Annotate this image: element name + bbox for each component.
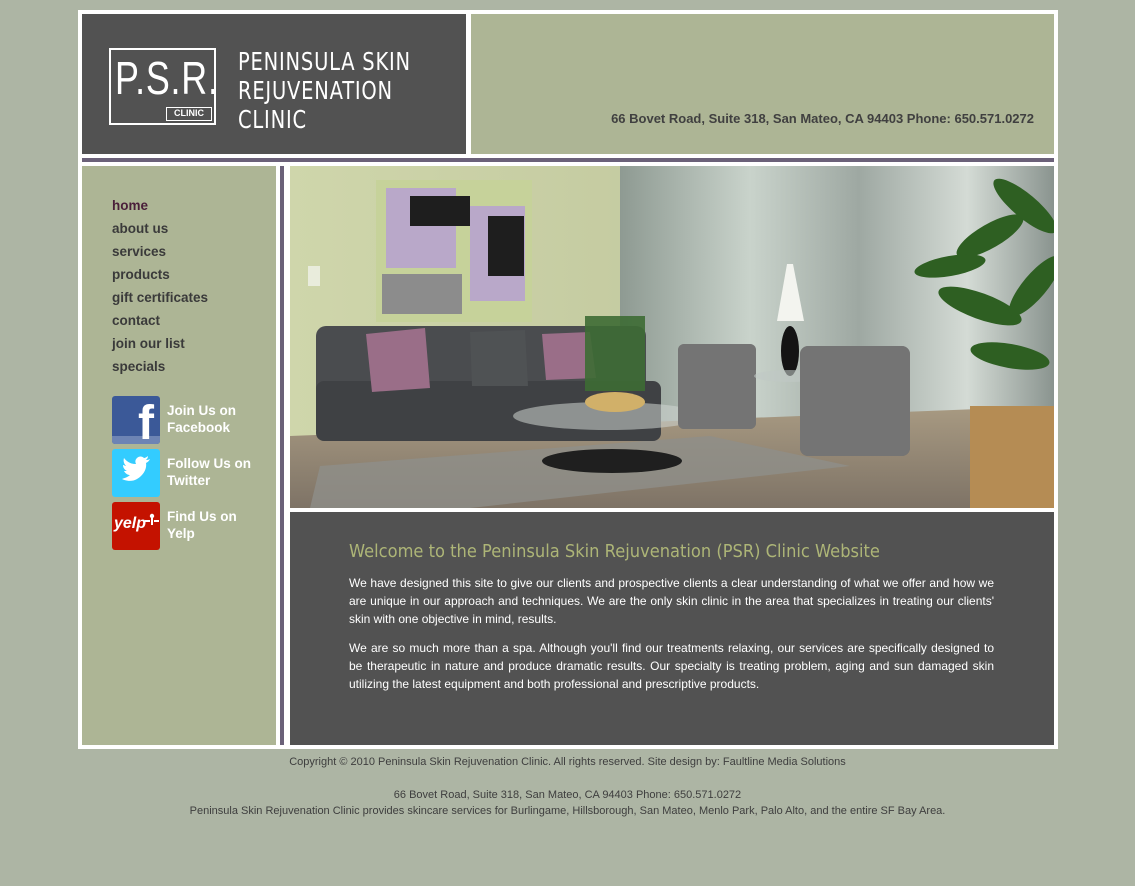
- logo-name-line: Clinic: [238, 105, 307, 134]
- yelp-link[interactable]: yelp Find Us on Yelp: [112, 502, 272, 550]
- main-nav: home about us services products gift cer…: [112, 196, 208, 380]
- nav-item-gift-certificates[interactable]: gift certificates: [112, 288, 208, 311]
- nav-item-about-us[interactable]: about us: [112, 219, 208, 242]
- sidebar: home about us services products gift cer…: [82, 166, 276, 745]
- yelp-label-line1: Find Us on: [167, 509, 237, 524]
- yelp-label: Find Us on Yelp: [167, 508, 267, 542]
- page-frame: P.S.R. CLINIC Peninsula Skin Rejuvenatio…: [78, 10, 1058, 749]
- header-address: 66 Bovet Road, Suite 318, San Mateo, CA …: [611, 111, 1034, 126]
- footer-address: 66 Bovet Road, Suite 318, San Mateo, CA …: [393, 789, 742, 801]
- hero-photo-lounge: [290, 166, 1054, 508]
- nav-item-specials[interactable]: specials: [112, 357, 208, 380]
- twitter-label-line1: Follow Us on: [167, 456, 251, 471]
- twitter-bird-icon: [112, 449, 160, 497]
- facebook-label-line2: Facebook: [167, 420, 231, 435]
- twitter-label: Follow Us on Twitter: [167, 455, 267, 489]
- nav-item-services[interactable]: services: [112, 242, 208, 265]
- logo-letters: P.S.R.: [115, 52, 219, 104]
- facebook-icon: f: [112, 396, 160, 444]
- nav-item-join-our-list[interactable]: join our list: [112, 334, 208, 357]
- nav-item-contact[interactable]: contact: [112, 311, 208, 334]
- header-divider: [82, 158, 1054, 162]
- facebook-label: Join Us on Facebook: [167, 402, 267, 436]
- facebook-link[interactable]: f Join Us on Facebook: [112, 396, 272, 444]
- intro-paragraph-1: We have designed this site to give our c…: [349, 576, 994, 626]
- welcome-title: Welcome to the Peninsula Skin Rejuvenati…: [349, 542, 880, 562]
- psr-monogram: P.S.R. CLINIC: [109, 48, 219, 125]
- header-banner: 66 Bovet Road, Suite 318, San Mateo, CA …: [471, 14, 1054, 154]
- logo-clinic-text: CLINIC: [174, 108, 204, 118]
- sidebar-divider: [280, 166, 284, 745]
- site-logo[interactable]: P.S.R. CLINIC Peninsula Skin Rejuvenatio…: [82, 14, 466, 154]
- logo-clinic-tag: CLINIC: [166, 107, 212, 121]
- nav-item-products[interactable]: products: [112, 265, 208, 288]
- logo-name-line: Rejuvenation: [238, 76, 393, 105]
- logo-clinic-name: Peninsula Skin Rejuvenation Clinic: [238, 47, 411, 134]
- welcome-section: Welcome to the Peninsula Skin Rejuvenati…: [290, 512, 1054, 745]
- facebook-label-line1: Join Us on: [167, 403, 237, 418]
- twitter-link[interactable]: Follow Us on Twitter: [112, 449, 272, 497]
- yelp-label-line2: Yelp: [167, 526, 195, 541]
- intro-paragraph-2: We are so much more than a spa. Although…: [349, 641, 994, 691]
- footer-service-area: Peninsula Skin Rejuvenation Clinic provi…: [189, 805, 946, 817]
- yelp-icon: yelp: [112, 502, 160, 550]
- twitter-label-line2: Twitter: [167, 473, 211, 488]
- nav-item-home[interactable]: home: [112, 196, 208, 219]
- footer-copyright: Copyright © 2010 Peninsula Skin Rejuvena…: [289, 756, 846, 768]
- logo-name-line: Peninsula Skin: [238, 47, 411, 76]
